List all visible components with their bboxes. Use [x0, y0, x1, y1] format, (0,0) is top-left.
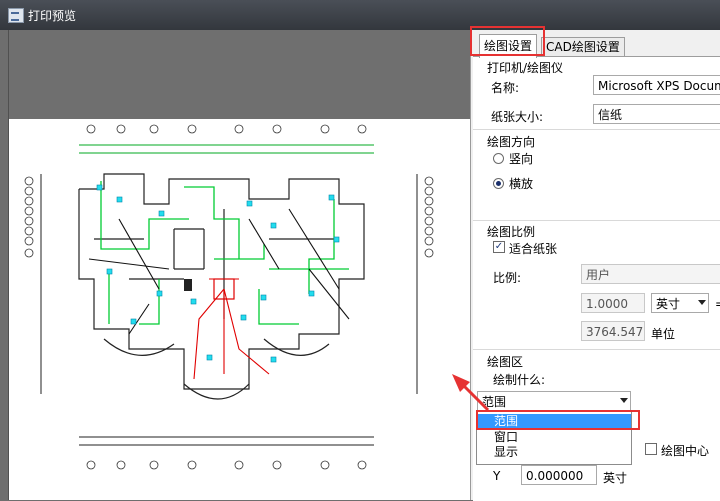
annotation-arrow-icon — [452, 374, 490, 412]
